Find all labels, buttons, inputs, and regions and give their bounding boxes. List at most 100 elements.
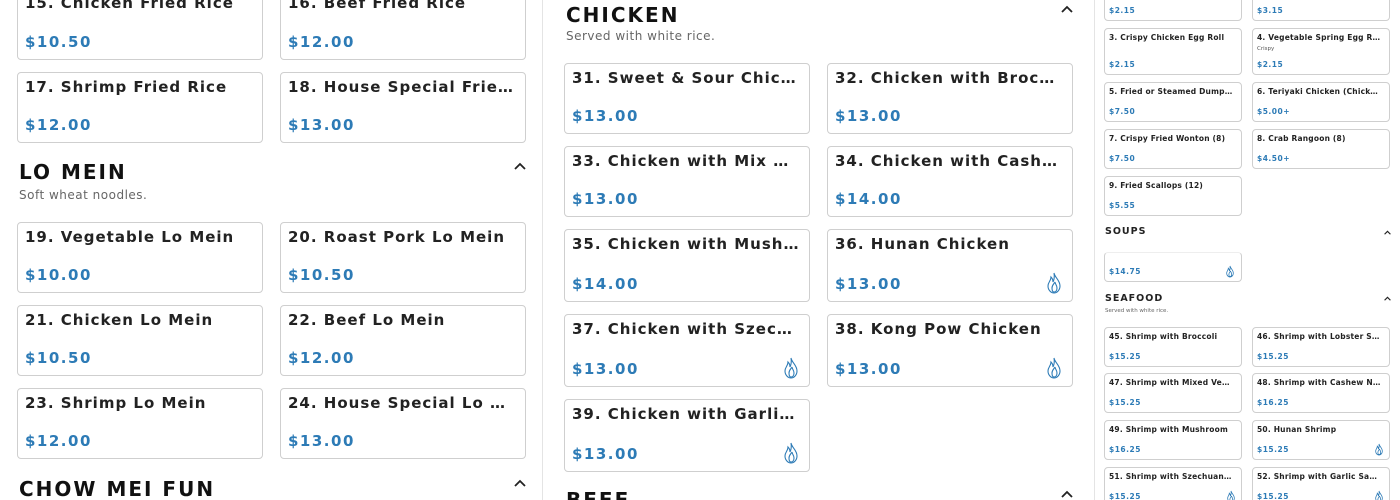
chevron-up-icon[interactable] xyxy=(514,478,526,489)
menu-item-price: $10.50 xyxy=(288,266,355,284)
menu-item-card[interactable]: 34. Chicken with Cashew Nuts $14.00 xyxy=(827,146,1073,217)
menu-item-card[interactable]: $2.15 xyxy=(1104,0,1242,21)
menu-item-name: 31. Sweet & Sour Chicken xyxy=(572,69,801,87)
section-title-beef: BEEF xyxy=(566,488,631,500)
menu-item-card[interactable]: 22. Beef Lo Mein $12.00 xyxy=(280,305,526,376)
menu-item-name: 22. Beef Lo Mein xyxy=(288,311,446,329)
menu-item-card[interactable]: $14.75 xyxy=(1104,252,1242,282)
menu-item-card[interactable]: 31. Sweet & Sour Chicken $13.00 xyxy=(564,63,810,134)
chevron-up-icon[interactable] xyxy=(1384,226,1391,237)
menu-item-card[interactable]: 32. Chicken with Broccoli $13.00 xyxy=(827,63,1073,134)
menu-item-price: $4.50+ xyxy=(1257,154,1291,163)
menu-item-name: 34. Chicken with Cashew Nuts xyxy=(835,152,1064,170)
menu-item-price: $15.25 xyxy=(1257,492,1289,500)
menu-item-price: $13.00 xyxy=(835,360,902,378)
menu-item-card[interactable]: 38. Kong Pow Chicken $13.00 xyxy=(827,314,1073,387)
menu-item-card[interactable]: 9. Fried Scallops (12) $5.55 xyxy=(1104,176,1242,216)
menu-item-card[interactable]: 23. Shrimp Lo Mein $12.00 xyxy=(17,388,263,459)
menu-item-name: 18. House Special Fried Rice xyxy=(288,78,517,96)
menu-item-name: 8. Crab Rangoon (8) xyxy=(1257,134,1346,143)
flame-icon xyxy=(1047,357,1061,379)
menu-item-card[interactable]: 18. House Special Fried Rice $13.00 xyxy=(280,72,526,143)
menu-item-name: 6. Teriyaki Chicken (Chicken on a Stick) xyxy=(1257,87,1381,96)
menu-item-price: $15.25 xyxy=(1109,352,1141,361)
menu-item-price: $10.50 xyxy=(25,33,92,51)
menu-item-name: 38. Kong Pow Chicken xyxy=(835,320,1042,338)
menu-item-name: 48. Shrimp with Cashew Nuts xyxy=(1257,378,1381,387)
menu-item-price: $14.00 xyxy=(835,190,902,208)
chevron-up-icon[interactable] xyxy=(1061,4,1073,15)
menu-item-card[interactable]: 7. Crispy Fried Wonton (8) $7.50 xyxy=(1104,129,1242,169)
menu-item-card[interactable]: 52. Shrimp with Garlic Sauce $15.25 xyxy=(1252,467,1390,500)
flame-icon xyxy=(1375,443,1383,456)
menu-item-card[interactable]: 48. Shrimp with Cashew Nuts $16.25 xyxy=(1252,373,1390,413)
menu-item-name: 15. Chicken Fried Rice xyxy=(25,0,234,12)
menu-item-name: 21. Chicken Lo Mein xyxy=(25,311,214,329)
flame-icon xyxy=(1227,490,1235,500)
menu-item-price: $5.00+ xyxy=(1257,107,1291,116)
menu-item-name: 46. Shrimp with Lobster Sauce xyxy=(1257,332,1381,341)
flame-icon xyxy=(1226,265,1234,278)
menu-item-card[interactable]: 24. House Special Lo Mein $13.00 xyxy=(280,388,526,459)
menu-item-name: 17. Shrimp Fried Rice xyxy=(25,78,228,96)
menu-item-name: 45. Shrimp with Broccoli xyxy=(1109,332,1218,341)
menu-item-card[interactable]: 19. Vegetable Lo Mein $10.00 xyxy=(17,222,263,293)
section-subtitle-seafood: Served with white rice. xyxy=(1105,308,1169,314)
menu-item-card[interactable]: 36. Hunan Chicken $13.00 xyxy=(827,229,1073,302)
menu-item-price: $16.25 xyxy=(1109,445,1141,454)
menu-item-card[interactable]: 16. Beef Fried Rice $12.00 xyxy=(280,0,526,60)
menu-item-card[interactable]: 3. Crispy Chicken Egg Roll $2.15 xyxy=(1104,28,1242,75)
flame-icon xyxy=(784,442,798,464)
section-subtitle-lo-mein: Soft wheat noodles. xyxy=(19,188,148,202)
menu-item-price: $13.00 xyxy=(835,107,902,125)
menu-item-card[interactable]: 37. Chicken with Szechuan Sauce $13.00 xyxy=(564,314,810,387)
menu-item-card[interactable]: 47. Shrimp with Mixed Vegetables $15.25 xyxy=(1104,373,1242,413)
menu-item-price: $7.50 xyxy=(1109,154,1136,163)
menu-item-card[interactable]: 46. Shrimp with Lobster Sauce $15.25 xyxy=(1252,327,1390,367)
menu-item-card[interactable]: 8. Crab Rangoon (8) $4.50+ xyxy=(1252,129,1390,169)
column-divider xyxy=(1094,0,1095,500)
menu-item-card[interactable]: 50. Hunan Shrimp $15.25 xyxy=(1252,420,1390,460)
menu-item-price: $13.00 xyxy=(288,432,355,450)
menu-item-name: 5. Fried or Steamed Dumplings xyxy=(1109,87,1233,96)
menu-item-card[interactable]: 6. Teriyaki Chicken (Chicken on a Stick)… xyxy=(1252,82,1390,122)
chevron-up-icon[interactable] xyxy=(514,161,526,172)
menu-item-price: $10.50 xyxy=(25,349,92,367)
menu-item-name: 24. House Special Lo Mein xyxy=(288,394,517,412)
menu-column-left: 15. Chicken Fried Rice $10.50 16. Beef F… xyxy=(0,0,540,500)
menu-item-card[interactable]: 15. Chicken Fried Rice $10.50 xyxy=(17,0,263,60)
menu-item-card[interactable]: $3.15 xyxy=(1252,0,1390,21)
menu-item-card[interactable]: 33. Chicken with Mix Garden Vegetables $… xyxy=(564,146,810,217)
menu-item-price: $15.25 xyxy=(1109,492,1141,500)
menu-item-price: $13.00 xyxy=(572,445,639,463)
menu-item-description: Crispy xyxy=(1257,46,1275,52)
menu-item-price: $12.00 xyxy=(288,33,355,51)
menu-item-card[interactable]: 4. Vegetable Spring Egg Roll (2) Crispy … xyxy=(1252,28,1390,75)
menu-item-price: $12.00 xyxy=(25,432,92,450)
menu-item-card[interactable]: 39. Chicken with Garlic Sauce $13.00 xyxy=(564,399,810,472)
menu-column-right: $2.15 $3.15 3. Crispy Chicken Egg Roll $… xyxy=(1098,0,1400,500)
menu-item-price: $2.15 xyxy=(1109,60,1136,69)
menu-item-card[interactable]: 5. Fried or Steamed Dumplings $7.50 xyxy=(1104,82,1242,122)
section-title-seafood: SEAFOOD xyxy=(1105,293,1164,304)
menu-item-card[interactable]: 20. Roast Pork Lo Mein $10.50 xyxy=(280,222,526,293)
chevron-up-icon[interactable] xyxy=(1384,292,1391,303)
menu-item-card[interactable]: 35. Chicken with Mushroom $14.00 xyxy=(564,229,810,302)
menu-item-card[interactable]: 21. Chicken Lo Mein $10.50 xyxy=(17,305,263,376)
menu-item-name: 36. Hunan Chicken xyxy=(835,235,1010,253)
section-title-lo-mein: LO MEIN xyxy=(19,160,127,184)
menu-item-price: $13.00 xyxy=(288,116,355,134)
column-divider xyxy=(542,0,543,500)
menu-item-card[interactable]: 45. Shrimp with Broccoli $15.25 xyxy=(1104,327,1242,367)
menu-item-name: 7. Crispy Fried Wonton (8) xyxy=(1109,134,1226,143)
menu-item-price: $14.75 xyxy=(1109,267,1141,276)
menu-item-card[interactable]: 51. Shrimp with Szechuan Sauce $15.25 xyxy=(1104,467,1242,500)
menu-item-card[interactable]: 17. Shrimp Fried Rice $12.00 xyxy=(17,72,263,143)
menu-item-name: 32. Chicken with Broccoli xyxy=(835,69,1064,87)
chevron-up-icon[interactable] xyxy=(1061,489,1073,500)
menu-item-name: 23. Shrimp Lo Mein xyxy=(25,394,207,412)
flame-icon xyxy=(784,357,798,379)
menu-item-card[interactable]: 49. Shrimp with Mushroom $16.25 xyxy=(1104,420,1242,460)
menu-item-name: 47. Shrimp with Mixed Vegetables xyxy=(1109,378,1233,387)
menu-item-name: 3. Crispy Chicken Egg Roll xyxy=(1109,33,1225,42)
